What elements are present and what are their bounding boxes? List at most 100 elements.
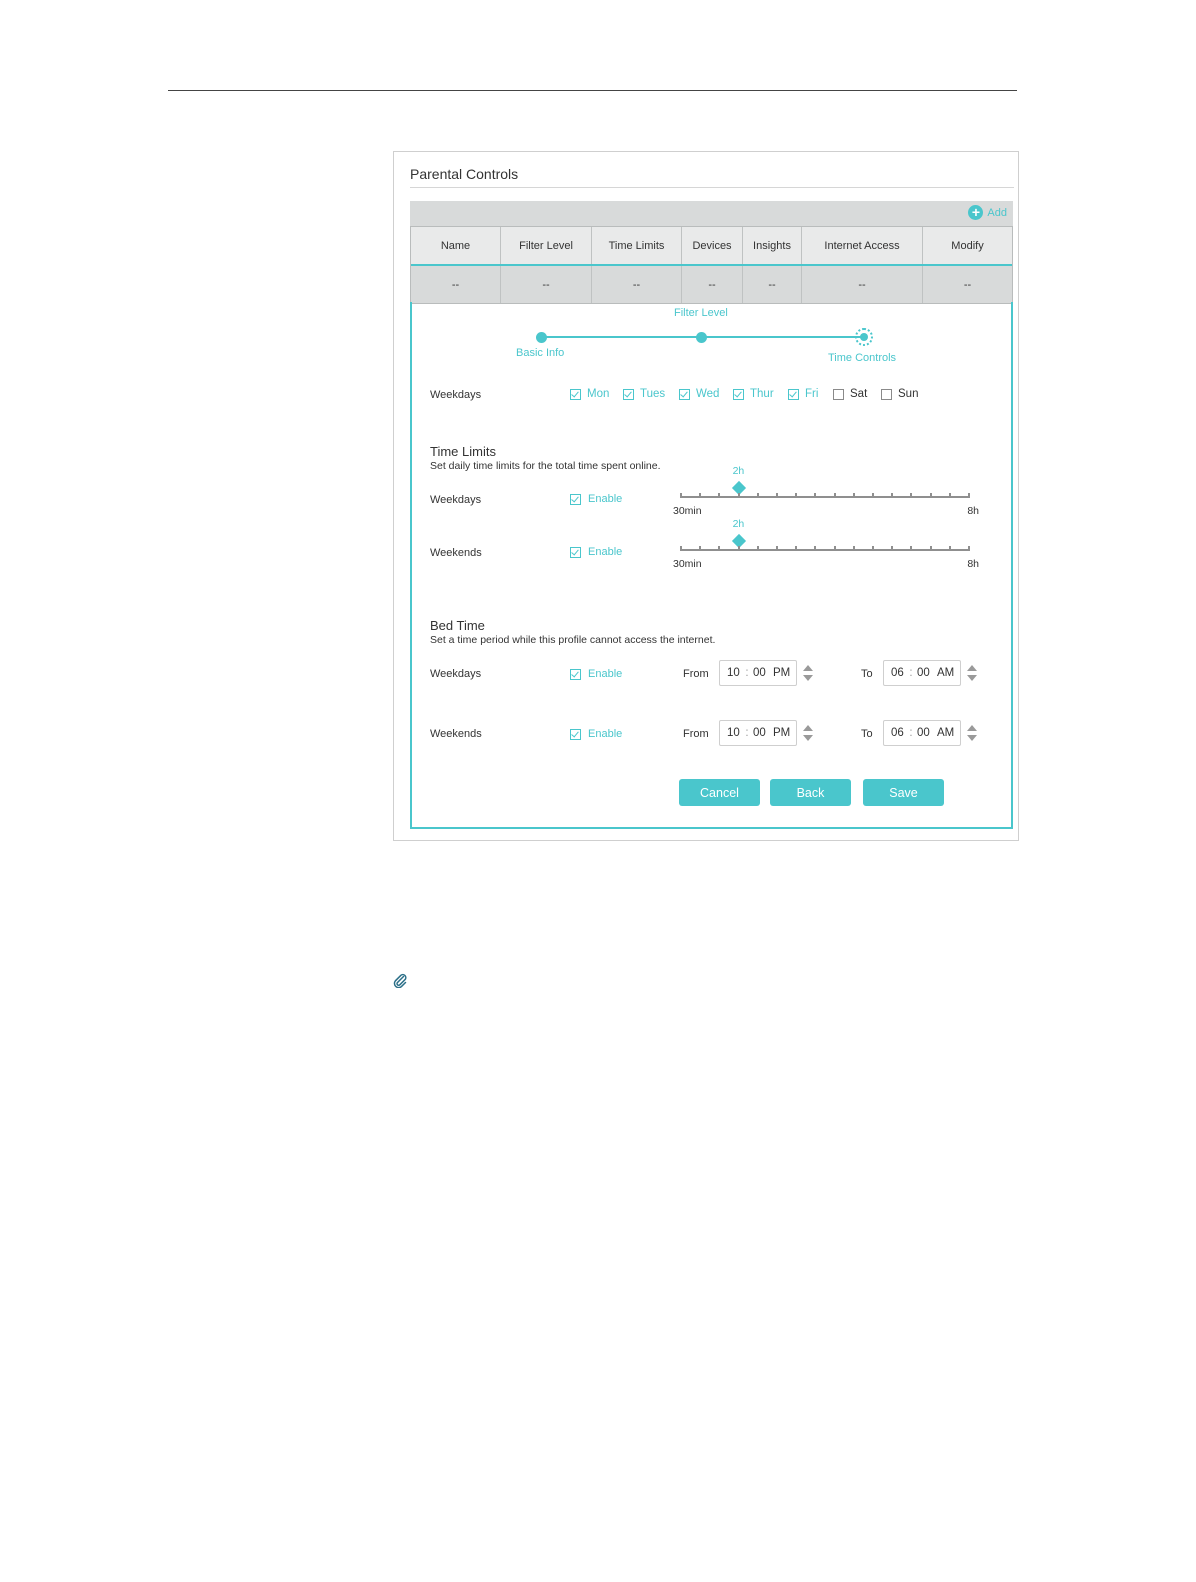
spinner-up-icon[interactable] bbox=[967, 665, 977, 671]
hour-field[interactable]: 06 bbox=[891, 667, 905, 679]
bed-time-weekends-label: Weekends bbox=[430, 728, 482, 740]
day-fri-checkbox[interactable] bbox=[788, 388, 799, 400]
slider-tick bbox=[814, 546, 817, 551]
minute-field[interactable]: 00 bbox=[753, 727, 773, 739]
day-wed[interactable]: Wed bbox=[679, 388, 719, 400]
spinner-down-icon[interactable] bbox=[967, 675, 977, 681]
header-insights: Insights bbox=[743, 227, 802, 264]
day-sun[interactable]: Sun bbox=[881, 388, 918, 400]
spinner-down-icon[interactable] bbox=[967, 735, 977, 741]
slider-tick bbox=[872, 546, 874, 551]
step-basic-info-dot[interactable] bbox=[536, 332, 547, 343]
day-thur[interactable]: Thur bbox=[733, 388, 774, 400]
ampm-field[interactable]: AM bbox=[937, 667, 959, 679]
panel-title: Parental Controls bbox=[410, 166, 519, 182]
time-limits-weekdays-enable[interactable]: Enable bbox=[570, 493, 622, 505]
plus-circle-icon: + bbox=[968, 205, 984, 220]
spinner-down-icon[interactable] bbox=[803, 735, 813, 741]
bed-time-weekdays-enable-label: Enable bbox=[588, 668, 623, 680]
bed-time-weekdays-enable[interactable]: Enable bbox=[570, 668, 622, 680]
slider-tick bbox=[699, 493, 702, 498]
slider-tick bbox=[795, 493, 798, 498]
bed-time-title: Bed Time bbox=[430, 618, 485, 633]
bed-time-weekdays-to-input[interactable]: 06 : 00 AM bbox=[883, 660, 961, 686]
spinner-down-icon[interactable] bbox=[803, 675, 813, 681]
slider-track[interactable] bbox=[681, 549, 969, 551]
add-button[interactable]: + Add bbox=[968, 205, 1007, 220]
slider-tick bbox=[718, 546, 721, 551]
day-tues-checkbox[interactable] bbox=[623, 388, 634, 400]
slider-track[interactable] bbox=[681, 496, 969, 498]
day-sat-checkbox[interactable] bbox=[833, 388, 844, 400]
cell-devices: -- bbox=[682, 266, 743, 303]
step-filter-level-dot[interactable] bbox=[696, 332, 707, 343]
day-mon-checkbox[interactable] bbox=[570, 388, 581, 400]
minute-field[interactable]: 00 bbox=[917, 727, 937, 739]
step-time-controls-dot[interactable] bbox=[855, 328, 873, 346]
hour-field[interactable]: 10 bbox=[727, 667, 741, 679]
spinner-up-icon[interactable] bbox=[803, 725, 813, 731]
paperclip-icon bbox=[393, 973, 407, 988]
profile-editor: Basic Info Filter Level Time Controls We… bbox=[410, 302, 1013, 829]
slider-tick bbox=[718, 493, 721, 498]
table-header: Name Filter Level Time Limits Devices In… bbox=[411, 227, 1012, 264]
cancel-button[interactable]: Cancel bbox=[679, 779, 760, 806]
ampm-field[interactable]: AM bbox=[937, 727, 959, 739]
day-sat[interactable]: Sat bbox=[833, 388, 867, 400]
spinner-up-icon[interactable] bbox=[967, 725, 977, 731]
bed-time-weekdays-to-spinner[interactable] bbox=[967, 665, 977, 685]
bed-time-weekends-from-spinner[interactable] bbox=[803, 725, 813, 745]
slider-tick bbox=[948, 493, 951, 498]
parental-controls-panel: Parental Controls + Add Name Filter Leve… bbox=[393, 151, 1019, 841]
spinner-up-icon[interactable] bbox=[803, 665, 813, 671]
slider-tick bbox=[872, 493, 874, 498]
bed-time-weekends-enable[interactable]: Enable bbox=[570, 728, 622, 740]
day-fri-label: Fri bbox=[805, 388, 819, 400]
time-limits-weekdays-slider[interactable]: 2h 30min 8h bbox=[673, 465, 979, 519]
bed-time-weekends-from-label: From bbox=[683, 728, 709, 740]
bed-time-weekdays-enable-checkbox[interactable] bbox=[570, 668, 581, 680]
day-mon-label: Mon bbox=[587, 388, 610, 400]
hour-field[interactable]: 10 bbox=[727, 727, 741, 739]
time-limits-weekends-slider[interactable]: 2h 30min 8h bbox=[673, 518, 979, 572]
header-modify: Modify bbox=[951, 239, 984, 252]
slider-tick bbox=[737, 493, 740, 498]
day-wed-checkbox[interactable] bbox=[679, 388, 690, 400]
step-filter-level-label: Filter Level bbox=[674, 307, 728, 319]
step-basic-info-label: Basic Info bbox=[516, 347, 565, 359]
cell-internet-access: -- bbox=[802, 266, 923, 303]
day-thur-checkbox[interactable] bbox=[733, 388, 744, 400]
bed-time-weekends-enable-checkbox[interactable] bbox=[570, 728, 581, 740]
slider-tick bbox=[891, 493, 894, 498]
bed-time-weekdays-from-input[interactable]: 10 : 00 PM bbox=[719, 660, 797, 686]
bed-time-weekdays-from-spinner[interactable] bbox=[803, 665, 813, 685]
bed-time-weekends-from-input[interactable]: 10 : 00 PM bbox=[719, 720, 797, 746]
time-limits-weekends-enable-checkbox[interactable] bbox=[570, 546, 581, 558]
slider-tick bbox=[910, 493, 913, 498]
day-tues[interactable]: Tues bbox=[623, 388, 665, 400]
bed-time-weekends-to-spinner[interactable] bbox=[967, 725, 977, 745]
cell-insights: -- bbox=[743, 266, 802, 303]
ampm-field[interactable]: PM bbox=[773, 667, 795, 679]
day-tues-label: Tues bbox=[640, 388, 666, 400]
day-wed-label: Wed bbox=[696, 388, 720, 400]
slider-tick bbox=[852, 546, 855, 551]
ampm-field[interactable]: PM bbox=[773, 727, 795, 739]
header-internet-access: Internet Access bbox=[802, 227, 923, 264]
time-limits-title: Time Limits bbox=[430, 444, 496, 459]
save-button[interactable]: Save bbox=[863, 779, 944, 806]
day-mon[interactable]: Mon bbox=[570, 388, 609, 400]
day-fri[interactable]: Fri bbox=[788, 388, 818, 400]
slider-max-label: 8h bbox=[967, 505, 979, 517]
hour-field[interactable]: 06 bbox=[891, 727, 905, 739]
back-button[interactable]: Back bbox=[770, 779, 851, 806]
bed-time-weekends-to-input[interactable]: 06 : 00 AM bbox=[883, 720, 961, 746]
bed-time-subtitle: Set a time period while this profile can… bbox=[430, 634, 716, 646]
slider-value-label: 2h bbox=[732, 518, 745, 530]
day-sun-checkbox[interactable] bbox=[881, 388, 892, 400]
time-limits-weekdays-enable-checkbox[interactable] bbox=[570, 493, 581, 505]
time-limits-weekends-enable[interactable]: Enable bbox=[570, 546, 622, 558]
minute-field[interactable]: 00 bbox=[917, 667, 937, 679]
minute-field[interactable]: 00 bbox=[753, 667, 773, 679]
header-time-limits: Time Limits bbox=[592, 227, 682, 264]
